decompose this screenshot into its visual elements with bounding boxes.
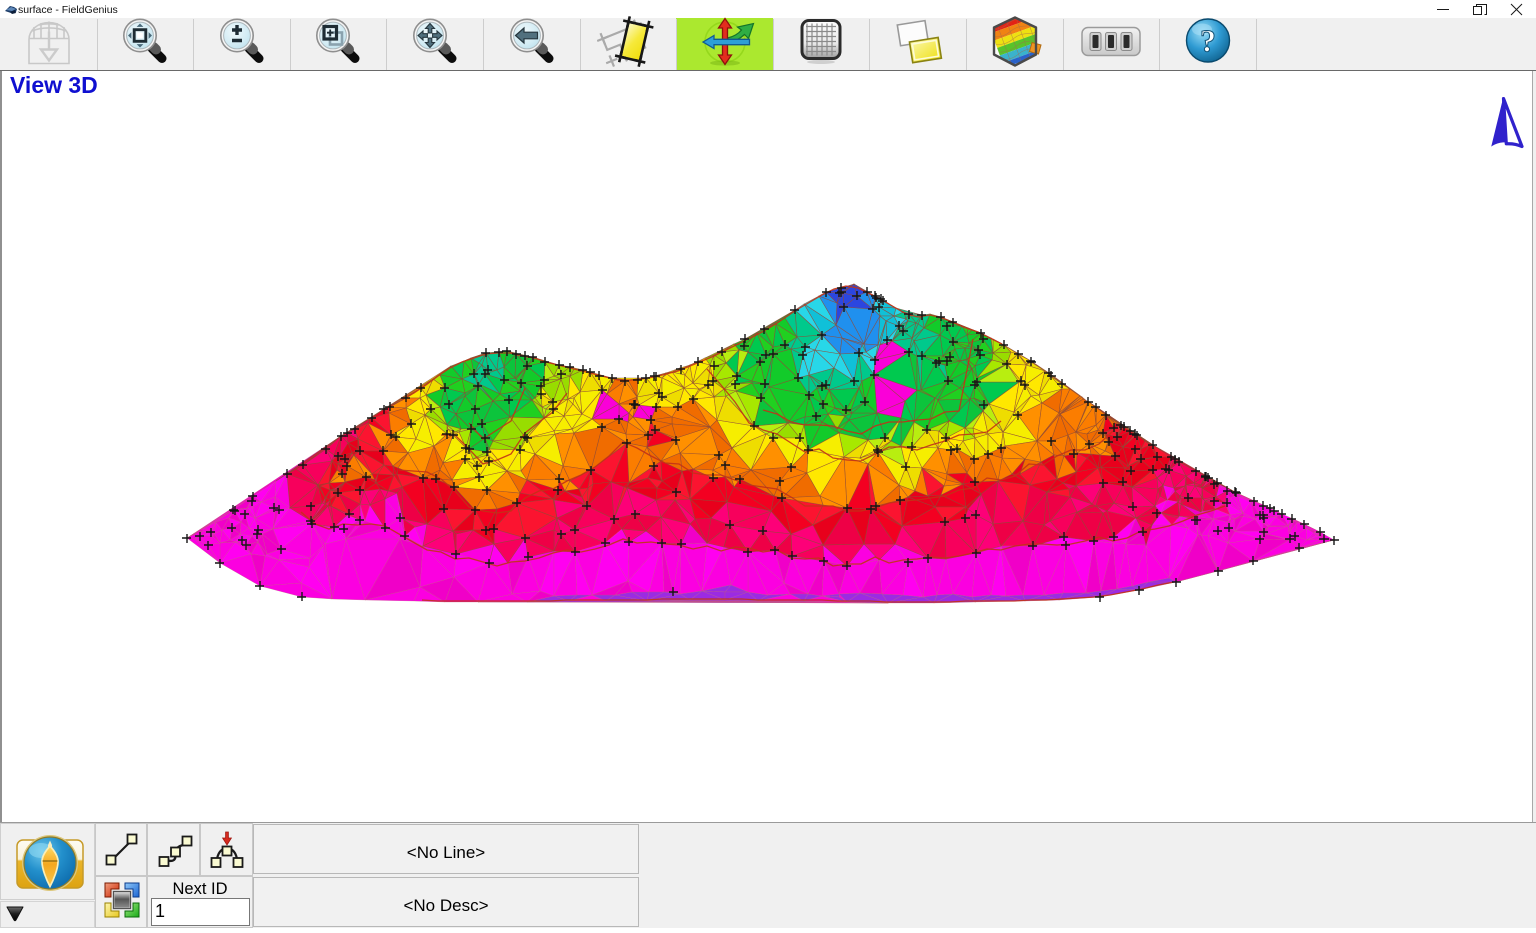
svg-text:?: ? [1200,23,1216,59]
